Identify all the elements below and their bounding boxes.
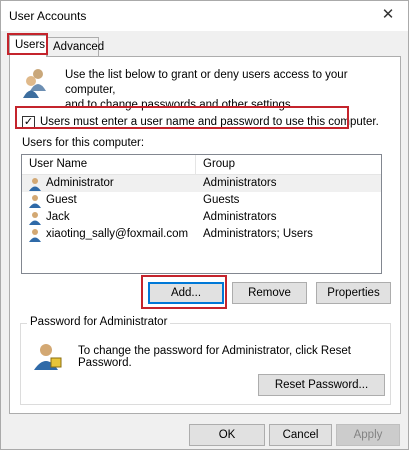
- reset-password-button[interactable]: Reset Password...: [258, 374, 385, 396]
- title-bar: User Accounts ✕: [1, 1, 408, 31]
- cancel-button[interactable]: Cancel: [269, 424, 332, 446]
- password-group: Password for Administrator To change the…: [20, 316, 391, 405]
- user-icon: [29, 194, 41, 208]
- user-accounts-dialog: User Accounts ✕ Users Advanced Use the l…: [0, 0, 409, 450]
- user-icon: [29, 177, 41, 191]
- user-icon: [29, 228, 41, 242]
- user-password-icon: [34, 344, 62, 370]
- user-name-cell: Guest: [22, 192, 196, 209]
- user-name-cell: xiaoting_sally@foxmail.com: [22, 226, 196, 243]
- user-group: Administrators: [203, 211, 277, 223]
- require-login-checkbox[interactable]: ✓: [22, 115, 35, 129]
- user-name: xiaoting_sally@foxmail.com: [46, 228, 189, 240]
- user-group: Administrators; Users: [203, 228, 313, 240]
- table-row[interactable]: xiaoting_sally@foxmail.com Administrator…: [22, 226, 381, 243]
- user-group: Guests: [203, 194, 240, 206]
- users-list[interactable]: User Name Group Administrator Administra…: [21, 154, 382, 274]
- close-icon[interactable]: ✕: [378, 5, 398, 25]
- intro-text: Use the list below to grant or deny user…: [65, 68, 390, 113]
- user-name-cell: Jack: [22, 209, 196, 226]
- require-login-row[interactable]: ✓ Users must enter a user name and passw…: [22, 114, 379, 130]
- user-group: Administrators: [203, 177, 277, 189]
- properties-button[interactable]: Properties: [316, 282, 391, 304]
- require-login-label: Users must enter a user name and passwor…: [40, 116, 379, 128]
- remove-user-button[interactable]: Remove: [232, 282, 307, 304]
- table-row[interactable]: Administrator Administrators: [22, 175, 381, 192]
- users-tab-panel: Use the list below to grant or deny user…: [9, 56, 401, 414]
- column-group[interactable]: Group: [196, 155, 381, 175]
- user-name-cell: Administrator: [22, 175, 196, 192]
- password-instructions: To change the password for Administrator…: [78, 345, 351, 369]
- window-title: User Accounts: [9, 9, 87, 23]
- users-list-label: Users for this computer:: [22, 137, 145, 149]
- user-name: Administrator: [46, 177, 114, 189]
- apply-button[interactable]: Apply: [336, 424, 400, 446]
- users-group-icon: [23, 69, 46, 98]
- user-name: Jack: [46, 211, 70, 223]
- password-group-title: Password for Administrator: [27, 316, 171, 328]
- users-list-header: User Name Group: [22, 155, 381, 175]
- tab-advanced[interactable]: Advanced: [47, 37, 104, 56]
- intro-line-1: Use the list below to grant or deny user…: [65, 69, 348, 96]
- ok-button[interactable]: OK: [189, 424, 265, 446]
- column-user-name[interactable]: User Name: [22, 155, 196, 175]
- user-name: Guest: [46, 194, 77, 206]
- table-row[interactable]: Guest Guests: [22, 192, 381, 209]
- add-user-button[interactable]: Add...: [148, 282, 224, 304]
- user-icon: [29, 211, 41, 225]
- table-row[interactable]: Jack Administrators: [22, 209, 381, 226]
- intro-line-2: and to change passwords and other settin…: [65, 99, 294, 111]
- tab-users[interactable]: Users: [9, 35, 47, 57]
